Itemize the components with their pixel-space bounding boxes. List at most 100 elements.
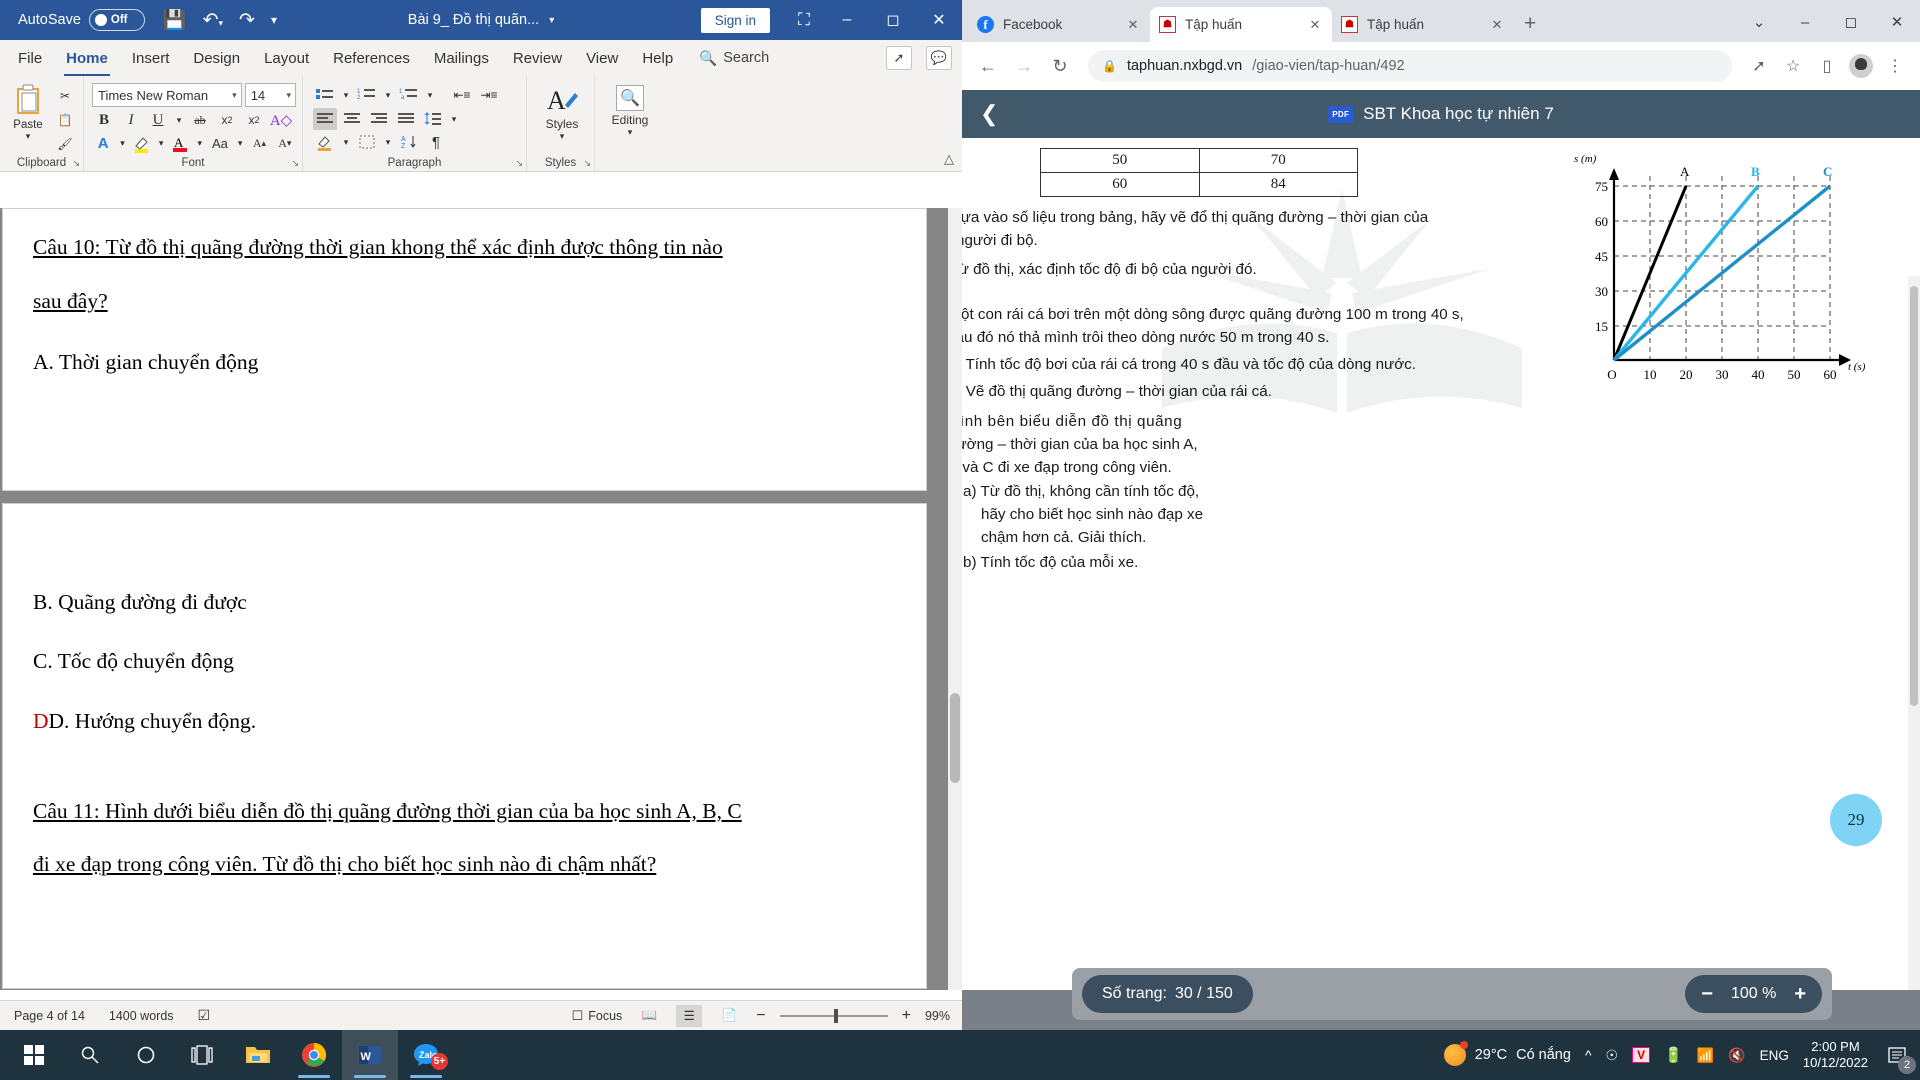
volume-muted-icon[interactable]: 🔇	[1728, 1047, 1745, 1064]
address-bar[interactable]: 🔒 taphuan.nxbgd.vn/giao-vien/tap-huan/49…	[1088, 50, 1732, 82]
page-navigator[interactable]: Số trang: 30 / 150	[1082, 975, 1253, 1013]
chevron-down-icon[interactable]: ▾	[195, 138, 205, 149]
close-tab-icon[interactable]: ✕	[1307, 17, 1323, 33]
multilevel-list-icon[interactable]: 1a	[397, 84, 421, 106]
page-indicator[interactable]: Page 4 of 14	[14, 1009, 85, 1023]
comments-icon[interactable]: 💬	[926, 46, 952, 70]
weather-widget[interactable]: 29°C Có nắng	[1443, 1041, 1571, 1066]
editing-button[interactable]: 🔍 Editing ▾	[601, 79, 659, 138]
word-count[interactable]: 1400 words	[109, 1009, 174, 1023]
paste-button[interactable]: Paste ▾	[6, 83, 50, 142]
tab-file[interactable]: File	[6, 43, 54, 74]
focus-button[interactable]: ☐ Focus	[572, 1008, 623, 1024]
autosave-toggle[interactable]: AutoSave Off	[18, 9, 145, 31]
clear-formatting-icon[interactable]: A◇	[269, 109, 293, 131]
task-view-icon[interactable]	[174, 1030, 230, 1080]
cortana-circle-icon[interactable]	[118, 1030, 174, 1080]
chevron-down-icon[interactable]: ▾	[235, 138, 245, 149]
text-highlight-icon[interactable]	[131, 132, 153, 154]
tab-view[interactable]: View	[574, 43, 630, 74]
document-title-area[interactable]: Bài 9_ Đồ thị quãn... ▾	[408, 12, 554, 28]
align-right-button[interactable]	[367, 108, 391, 130]
underline-button[interactable]: U	[146, 109, 170, 131]
shading-icon[interactable]	[313, 131, 337, 153]
pdf-scrollbar[interactable]	[1908, 276, 1920, 990]
chrome-icon[interactable]	[286, 1030, 342, 1080]
file-explorer-icon[interactable]	[230, 1030, 286, 1080]
undo-icon[interactable]: ↶▾	[203, 9, 223, 32]
share-icon[interactable]: ➚	[1744, 51, 1774, 81]
search-icon[interactable]	[62, 1030, 118, 1080]
camera-icon[interactable]: ☉	[1606, 1047, 1619, 1064]
avatar-icon[interactable]	[1846, 51, 1876, 81]
scrollbar-thumb[interactable]	[1910, 286, 1918, 706]
read-mode-icon[interactable]: 📖	[636, 1005, 662, 1027]
start-button[interactable]	[6, 1030, 62, 1080]
copy-icon[interactable]: 📋	[53, 109, 77, 131]
tab-mailings[interactable]: Mailings	[422, 43, 501, 74]
zoom-out-button[interactable]: −	[756, 1007, 765, 1025]
justify-button[interactable]	[394, 108, 418, 130]
chevron-down-icon[interactable]: ▾	[26, 131, 31, 142]
tab-layout[interactable]: Layout	[252, 43, 321, 74]
language-indicator[interactable]: ENG	[1760, 1048, 1789, 1063]
chevron-down-icon[interactable]: ▾	[117, 138, 127, 149]
back-arrow-icon[interactable]: ←	[972, 50, 1004, 82]
font-color-icon[interactable]: A	[169, 132, 191, 154]
subscript-button[interactable]: x2	[215, 109, 239, 131]
strikethrough-button[interactable]: ab	[188, 109, 212, 131]
word-document-area[interactable]: Câu 10: Từ đồ thị quãng đường thời gian …	[0, 208, 962, 990]
clipboard-dialog-launcher[interactable]: ↘	[72, 158, 80, 169]
wifi-icon[interactable]: 📶	[1697, 1047, 1714, 1064]
bullets-icon[interactable]	[313, 84, 337, 106]
minimize-button[interactable]: ‒	[1782, 6, 1828, 38]
tab-search-icon[interactable]: ⌄	[1736, 6, 1782, 38]
chevron-down-icon[interactable]: ▾	[549, 15, 554, 26]
font-name-select[interactable]: Times New Roman ▾	[92, 83, 242, 107]
chevron-down-icon[interactable]: ▾	[340, 90, 352, 101]
save-icon[interactable]: 💾	[163, 8, 187, 32]
shrink-font-icon[interactable]: A ▾	[274, 132, 296, 154]
zalo-icon[interactable]: Zalo 5+	[398, 1030, 454, 1080]
align-left-button[interactable]	[313, 108, 337, 130]
show-hidden-icons[interactable]: ^	[1585, 1047, 1592, 1063]
format-painter-icon[interactable]: 🖌	[53, 133, 77, 155]
change-case-icon[interactable]: Aa	[208, 132, 232, 154]
notification-center-icon[interactable]: 2	[1882, 1040, 1916, 1074]
tab-insert[interactable]: Insert	[120, 43, 182, 74]
chevron-down-icon[interactable]: ▾	[628, 127, 633, 138]
zoom-level[interactable]: 99%	[925, 1009, 950, 1023]
microsoft-word-icon[interactable]: W	[342, 1030, 398, 1080]
font-dialog-launcher[interactable]: ↘	[291, 158, 299, 169]
text-effects-icon[interactable]: A	[92, 132, 114, 154]
maximize-button[interactable]: ◻	[1828, 6, 1874, 38]
chevron-down-icon[interactable]: ▾	[286, 90, 295, 101]
close-button[interactable]: ✕	[916, 0, 962, 40]
chevron-down-icon[interactable]: ▾	[232, 90, 241, 101]
superscript-button[interactable]: x2	[242, 109, 266, 131]
sign-in-button[interactable]: Sign in	[700, 7, 770, 33]
tab-help[interactable]: Help	[630, 43, 685, 74]
styles-dialog-launcher[interactable]: ↘	[583, 158, 591, 169]
scrollbar-thumb[interactable]	[950, 692, 960, 783]
show-formatting-marks-icon[interactable]: ¶	[424, 131, 448, 153]
zoom-thumb[interactable]	[833, 1008, 838, 1023]
chevron-down-icon[interactable]: ▾	[340, 137, 352, 148]
sort-icon[interactable]: AZ	[397, 131, 421, 153]
browser-tab-taphuan-active[interactable]: ☗ Tập huấn ✕	[1150, 7, 1332, 42]
close-tab-icon[interactable]: ✕	[1125, 17, 1141, 33]
paragraph-dialog-launcher[interactable]: ↘	[515, 158, 523, 169]
maximize-button[interactable]: ◻	[870, 0, 916, 40]
zoom-in-button[interactable]: +	[1794, 983, 1806, 1006]
zoom-slider[interactable]	[779, 1008, 888, 1023]
forward-arrow-icon[interactable]: →	[1008, 50, 1040, 82]
browser-tab-facebook[interactable]: f Facebook ✕	[968, 7, 1150, 42]
numbering-icon[interactable]: 12	[355, 84, 379, 106]
chevron-down-icon[interactable]: ▾	[173, 115, 185, 126]
chevron-down-icon[interactable]: ▾	[382, 137, 394, 148]
pdf-viewer-body[interactable]: 50 70 60 84 a) Dựa vào số liệu trong bản…	[962, 138, 1920, 1030]
clock[interactable]: 2:00 PM 10/12/2022	[1803, 1039, 1868, 1072]
chevron-down-icon[interactable]: ▾	[382, 90, 394, 101]
spelling-check-icon[interactable]: ☑	[198, 1007, 211, 1024]
share-icon[interactable]: ➚	[886, 46, 912, 70]
